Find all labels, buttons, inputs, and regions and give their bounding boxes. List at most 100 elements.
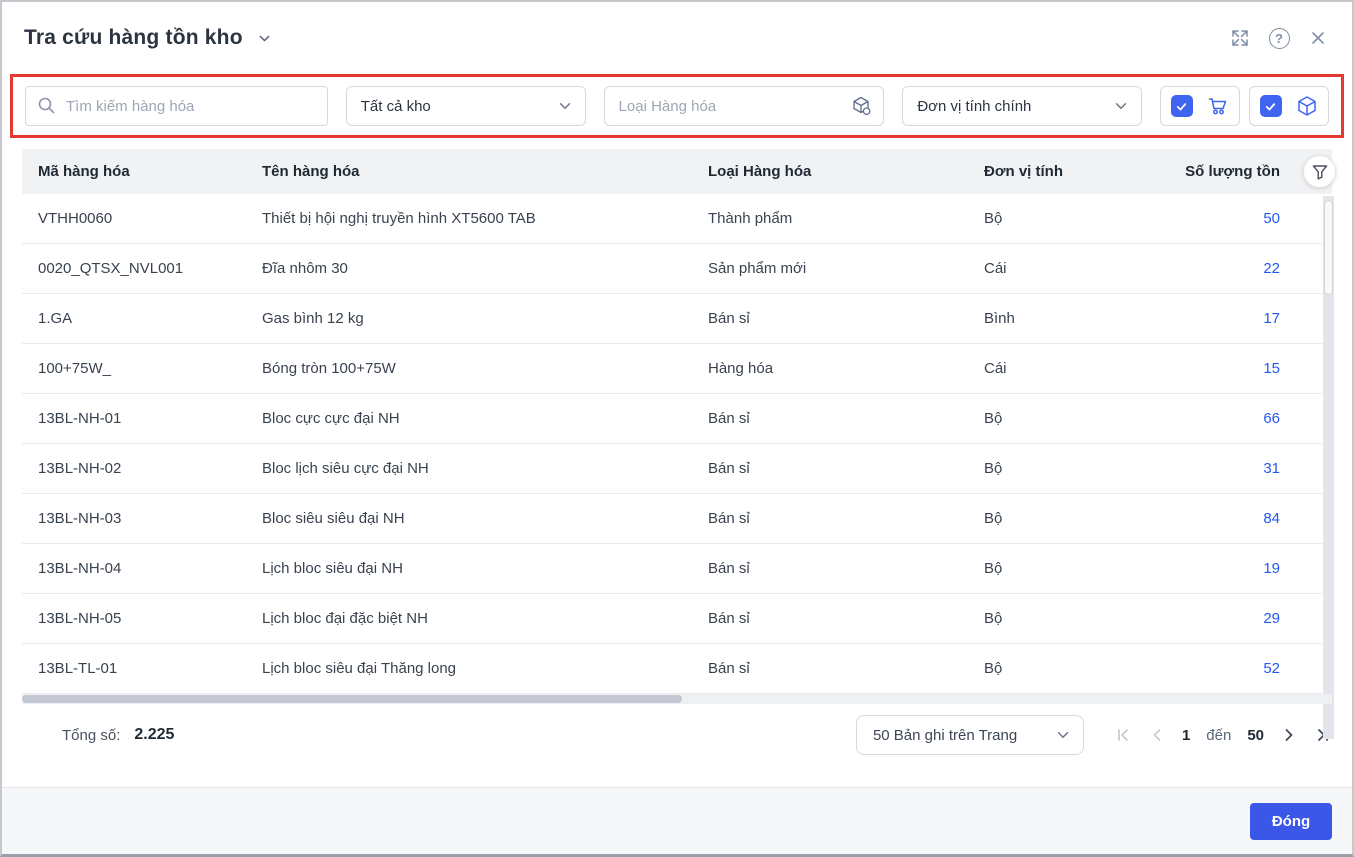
cell-stock-qty: 22: [1184, 260, 1332, 277]
horizontal-scrollbar-thumb[interactable]: [22, 695, 682, 703]
table-row[interactable]: 13BL-NH-01 Bloc cực cực đại NH Bán sỉ Bộ…: [22, 394, 1332, 444]
cell-item-name: Gas bình 12 kg: [262, 310, 364, 327]
stock-quantity-link[interactable]: 52: [1263, 660, 1280, 677]
next-page-icon: [1285, 729, 1293, 741]
table-row[interactable]: 13BL-NH-03 Bloc siêu siêu đại NH Bán sỉ …: [22, 494, 1332, 544]
stock-quantity-link[interactable]: 19: [1263, 560, 1280, 577]
pager: 1 đến 50: [1112, 724, 1334, 746]
first-page-icon: [1118, 729, 1128, 741]
cell-item-code: 13BL-NH-02: [38, 460, 122, 477]
stock-quantity-link[interactable]: 31: [1263, 460, 1280, 477]
stock-quantity-link[interactable]: 29: [1263, 610, 1280, 627]
check-icon: [1176, 102, 1187, 110]
cell-item-name: Lịch bloc đại đặc biệt NH: [262, 610, 428, 627]
cell-stock-qty: 50: [1184, 210, 1332, 227]
item-type-field-wrap: [603, 86, 885, 126]
page-size-select[interactable]: 50 Bản ghi trên Trang: [855, 715, 1084, 755]
table-row[interactable]: 13BL-NH-02 Bloc lịch siêu cực đại NH Bán…: [22, 444, 1332, 494]
vertical-scrollbar[interactable]: [1323, 196, 1334, 739]
cell-stock-qty: 52: [1184, 660, 1332, 677]
cell-item-code: 1.GA: [38, 310, 73, 327]
cell-stock-qty: 31: [1184, 460, 1332, 477]
help-icon[interactable]: ?: [1267, 26, 1291, 50]
stock-quantity-link[interactable]: 66: [1263, 410, 1280, 427]
box-filter-group[interactable]: [1249, 86, 1329, 126]
bottom-action-bar: Đóng: [2, 787, 1352, 854]
item-type-input[interactable]: [603, 86, 885, 126]
vertical-scrollbar-thumb[interactable]: [1324, 200, 1333, 295]
warehouse-select[interactable]: Tất cả kho: [345, 86, 586, 126]
horizontal-scrollbar[interactable]: [22, 694, 1332, 704]
column-header-item-type: Loại Hàng hóa: [708, 163, 812, 180]
page-range-end: 50: [1247, 726, 1264, 744]
cell-item-type: Bán sỉ: [708, 410, 750, 427]
stock-quantity-link[interactable]: 50: [1263, 210, 1280, 227]
cell-item-unit: Bộ: [984, 660, 1003, 677]
table-row[interactable]: 13BL-NH-05 Lịch bloc đại đặc biệt NH Bán…: [22, 594, 1332, 644]
pagination-first-button[interactable]: [1112, 724, 1134, 746]
cell-item-type: Bán sỉ: [708, 610, 750, 627]
cell-item-code: 0020_QTSX_NVL001: [38, 260, 184, 277]
cart-filter-group[interactable]: [1160, 86, 1241, 126]
category-box-icon[interactable]: [850, 95, 872, 122]
stock-quantity-link[interactable]: 84: [1263, 510, 1280, 527]
table-body: VTHH0060 Thiết bị hội nghị truyền hình X…: [22, 194, 1332, 694]
chevron-down-icon: [559, 103, 570, 109]
cell-item-code: 13BL-NH-01: [38, 410, 122, 427]
cell-item-code: 13BL-NH-04: [38, 560, 122, 577]
cell-stock-qty: 29: [1184, 610, 1332, 627]
cell-item-unit: Bộ: [984, 410, 1003, 427]
cart-icon: [1206, 94, 1230, 118]
warehouse-select-value: Tất cả kho: [360, 97, 431, 115]
cell-item-name: Đĩa nhôm 30: [262, 260, 348, 277]
cell-item-type: Bán sỉ: [708, 310, 750, 327]
cell-stock-qty: 15: [1184, 360, 1332, 377]
cell-item-name: Bloc cực cực đại NH: [262, 410, 400, 427]
close-icon[interactable]: [1306, 26, 1330, 50]
column-header-unit: Đơn vị tính: [984, 163, 1063, 180]
pagination-next-button[interactable]: [1278, 724, 1300, 746]
expand-icon[interactable]: [1228, 26, 1252, 50]
cell-item-code: 100+75W_: [38, 360, 111, 377]
stock-quantity-link[interactable]: 17: [1263, 310, 1280, 327]
box-icon: [1295, 94, 1319, 118]
cell-stock-qty: 19: [1184, 560, 1332, 577]
pagination-prev-button[interactable]: [1146, 724, 1168, 746]
table-row[interactable]: 13BL-TL-01 Lịch bloc siêu đại Thăng long…: [22, 644, 1332, 694]
pagination-controls: 50 Bản ghi trên Trang 1 đến 50: [855, 715, 1334, 755]
stock-quantity-link[interactable]: 15: [1263, 360, 1280, 377]
column-header-item-code: Mã hàng hóa: [38, 163, 130, 180]
box-filter-checkbox[interactable]: [1259, 95, 1282, 117]
table-header-row: Mã hàng hóa Tên hàng hóa Loại Hàng hóa Đ…: [22, 149, 1336, 194]
cell-item-unit: Cái: [984, 360, 1007, 377]
unit-select[interactable]: Đơn vị tính chính: [902, 86, 1143, 126]
cell-stock-qty: 84: [1184, 510, 1332, 527]
table-row[interactable]: VTHH0060 Thiết bị hội nghị truyền hình X…: [22, 194, 1332, 244]
cell-item-name: Bóng tròn 100+75W: [262, 360, 396, 377]
cell-item-type: Hàng hóa: [708, 360, 774, 377]
search-input[interactable]: [25, 86, 328, 126]
cell-item-unit: Cái: [984, 260, 1007, 277]
cell-item-type: Bán sỉ: [708, 660, 750, 677]
column-header-item-name: Tên hàng hóa: [262, 163, 360, 180]
cell-item-unit: Bộ: [984, 210, 1003, 227]
chevron-down-icon: [1115, 103, 1127, 109]
table-row[interactable]: 1.GA Gas bình 12 kg Bán sỉ Bình 17: [22, 294, 1332, 344]
filter-bar-highlight: Tất cả kho Đơn vị tính chính: [10, 74, 1344, 138]
cell-item-type: Bán sỉ: [708, 460, 750, 477]
table-row[interactable]: 100+75W_ Bóng tròn 100+75W Hàng hóa Cái …: [22, 344, 1332, 394]
close-button[interactable]: Đóng: [1250, 802, 1332, 840]
stock-quantity-link[interactable]: 22: [1263, 260, 1280, 277]
title-chevron-down-icon[interactable]: [257, 31, 272, 46]
table-row[interactable]: 0020_QTSX_NVL001 Đĩa nhôm 30 Sản phẩm mớ…: [22, 244, 1332, 294]
cell-stock-qty: 17: [1184, 310, 1332, 327]
cell-item-unit: Bộ: [984, 460, 1003, 477]
cell-item-type: Bán sỉ: [708, 510, 750, 527]
total-value: 2.225: [134, 726, 175, 743]
funnel-icon: [1312, 164, 1327, 179]
table-row[interactable]: 13BL-NH-04 Lịch bloc siêu đại NH Bán sỉ …: [22, 544, 1332, 594]
prev-page-icon: [1153, 729, 1161, 741]
filter-funnel-button[interactable]: [1303, 155, 1336, 188]
cart-filter-checkbox[interactable]: [1170, 95, 1193, 117]
pagination-bar: Tổng số: 2.225 50 Bản ghi trên Trang 1 đ…: [2, 704, 1352, 766]
